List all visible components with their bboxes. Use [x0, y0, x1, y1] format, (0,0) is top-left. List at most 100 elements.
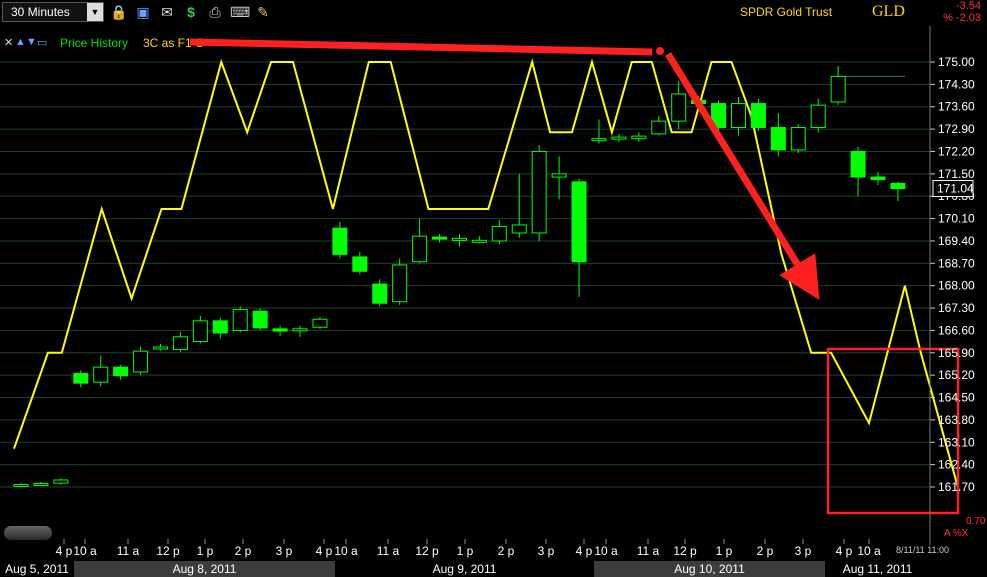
annotation-box — [826, 347, 960, 515]
candle-up — [511, 224, 527, 234]
candle-up — [531, 150, 547, 234]
candle-up — [830, 75, 846, 103]
y-tick-label: 175.00 — [938, 55, 975, 69]
x-tick-label: 2 p — [498, 544, 515, 558]
candle-up — [133, 350, 149, 373]
x-tick-label: 2 p — [235, 544, 252, 558]
date-segment: Aug 11, 2011 — [842, 562, 913, 576]
x-tick-label: 4 p — [316, 544, 333, 558]
lower-pane-icons: A %X — [944, 528, 969, 539]
y-tick-label: 170.80 — [938, 189, 975, 203]
pencil-icon[interactable]: ✎ — [254, 3, 272, 21]
y-tick-label: 174.30 — [938, 77, 975, 91]
candle-up — [730, 103, 746, 129]
candle-down — [272, 328, 288, 332]
candle-up — [172, 336, 188, 351]
annotation-arrow-flat — [189, 38, 653, 56]
candle-up — [451, 237, 467, 241]
x-tick-label: 1 p — [197, 544, 214, 558]
last-price-tag: 171.04 — [932, 180, 974, 198]
candle-up — [292, 328, 308, 332]
y-tick-label: 162.40 — [938, 458, 975, 472]
keyboard-icon[interactable]: ⌨ — [230, 3, 250, 21]
mail-icon[interactable]: ✉ — [158, 3, 176, 21]
y-tick-label: 169.40 — [938, 234, 975, 248]
candle-down — [571, 181, 587, 263]
date-segment: Aug 8, 2011 — [74, 561, 335, 577]
indicator-line-3c — [13, 58, 960, 491]
y-tick-label: 171.50 — [938, 167, 975, 181]
last-price-box — [932, 180, 974, 198]
grid-lines — [0, 61, 930, 488]
x-tick-label: 3 p — [538, 544, 555, 558]
y-tick-label: 168.00 — [938, 279, 975, 293]
candle-up — [192, 320, 208, 343]
candle-down — [870, 176, 886, 181]
arrow-down-icon[interactable]: ▼ — [26, 36, 37, 48]
candle-up — [471, 239, 487, 243]
current-datetime: 8/11/11 11:00 — [896, 545, 950, 555]
x-tick-label: 12 p — [673, 544, 697, 558]
candle-up — [810, 104, 826, 129]
candle-up — [790, 127, 806, 151]
change-percent: % -2.03 — [943, 12, 981, 24]
x-tick-label: 12 p — [415, 544, 439, 558]
x-tick-label: 1 p — [457, 544, 474, 558]
y-tick-label: 163.10 — [938, 435, 975, 449]
lock-icon[interactable]: 🔒 — [110, 3, 128, 21]
candle-down — [711, 103, 727, 129]
security-name: SPDR Gold Trust — [740, 5, 833, 19]
date-bar: Aug 5, 2011 Aug 8, 2011 Aug 9, 2011 Aug 10,… — [0, 561, 987, 577]
legend-price-history[interactable]: Price History — [60, 36, 128, 50]
window-icon[interactable]: ▭ — [37, 36, 47, 49]
x-tick-label: 10 a — [73, 544, 97, 558]
candle-down — [352, 256, 368, 272]
x-tick-label: 11 a — [377, 544, 400, 558]
y-tick-label: 164.50 — [938, 391, 975, 405]
x-tick-label: 4 p — [836, 544, 853, 558]
candle-up — [232, 309, 248, 331]
chevron-down-icon[interactable]: ▼ — [87, 3, 103, 21]
candle-up — [591, 138, 607, 142]
candle-up — [33, 482, 49, 486]
candle-series — [13, 65, 906, 487]
candle-up — [631, 135, 647, 140]
save-icon[interactable]: ▣ — [134, 3, 152, 21]
close-icon[interactable]: ✕ — [4, 36, 13, 49]
candle-down — [113, 366, 129, 377]
candle-down — [212, 320, 228, 334]
candle-up — [651, 120, 667, 135]
x-tick-label: 3 p — [276, 544, 293, 558]
change-absolute: -3.54 — [955, 0, 981, 12]
interval-dropdown[interactable]: 30 Minutes ▼ — [2, 2, 104, 22]
candle-down — [372, 283, 388, 304]
x-tick-label: 11 a — [117, 544, 140, 558]
candle-up — [491, 226, 507, 242]
y-tick-label: 172.90 — [938, 122, 975, 136]
print-icon[interactable]: ⎙ — [206, 3, 224, 21]
price-chart: 175.00 174.30 173.60 172.90 172.20 171.50 170.… — [0, 26, 975, 558]
annotation-arrow-joint — [656, 47, 664, 55]
candle-down — [691, 99, 707, 105]
candle-down — [252, 310, 268, 329]
symbol-label: GLD — [872, 3, 905, 20]
legend-3c-indicator[interactable]: 3C as F1 C — [143, 36, 204, 50]
y-tick-label: 170.10 — [938, 212, 975, 226]
interval-value: 30 Minutes — [11, 5, 70, 19]
arrow-up-icon[interactable]: ▲ — [15, 36, 26, 48]
candle-up — [312, 318, 328, 328]
candle-down — [850, 150, 866, 178]
x-tick-label: 10 a — [857, 544, 881, 558]
y-tick-label: 172.20 — [938, 144, 975, 158]
indicator-series — [13, 58, 960, 491]
y-tick-label: 173.60 — [938, 100, 975, 114]
y-tick-label: 165.20 — [938, 368, 975, 382]
scroll-handle[interactable] — [4, 526, 52, 540]
dollar-icon[interactable]: $ — [182, 3, 200, 21]
x-tick-label: 10 a — [594, 544, 618, 558]
x-tick-label: 12 p — [156, 544, 180, 558]
y-tick-label: 167.30 — [938, 301, 975, 315]
annotations — [189, 38, 960, 515]
candle-up — [153, 346, 169, 350]
y-tick-label: 161.70 — [938, 480, 975, 494]
